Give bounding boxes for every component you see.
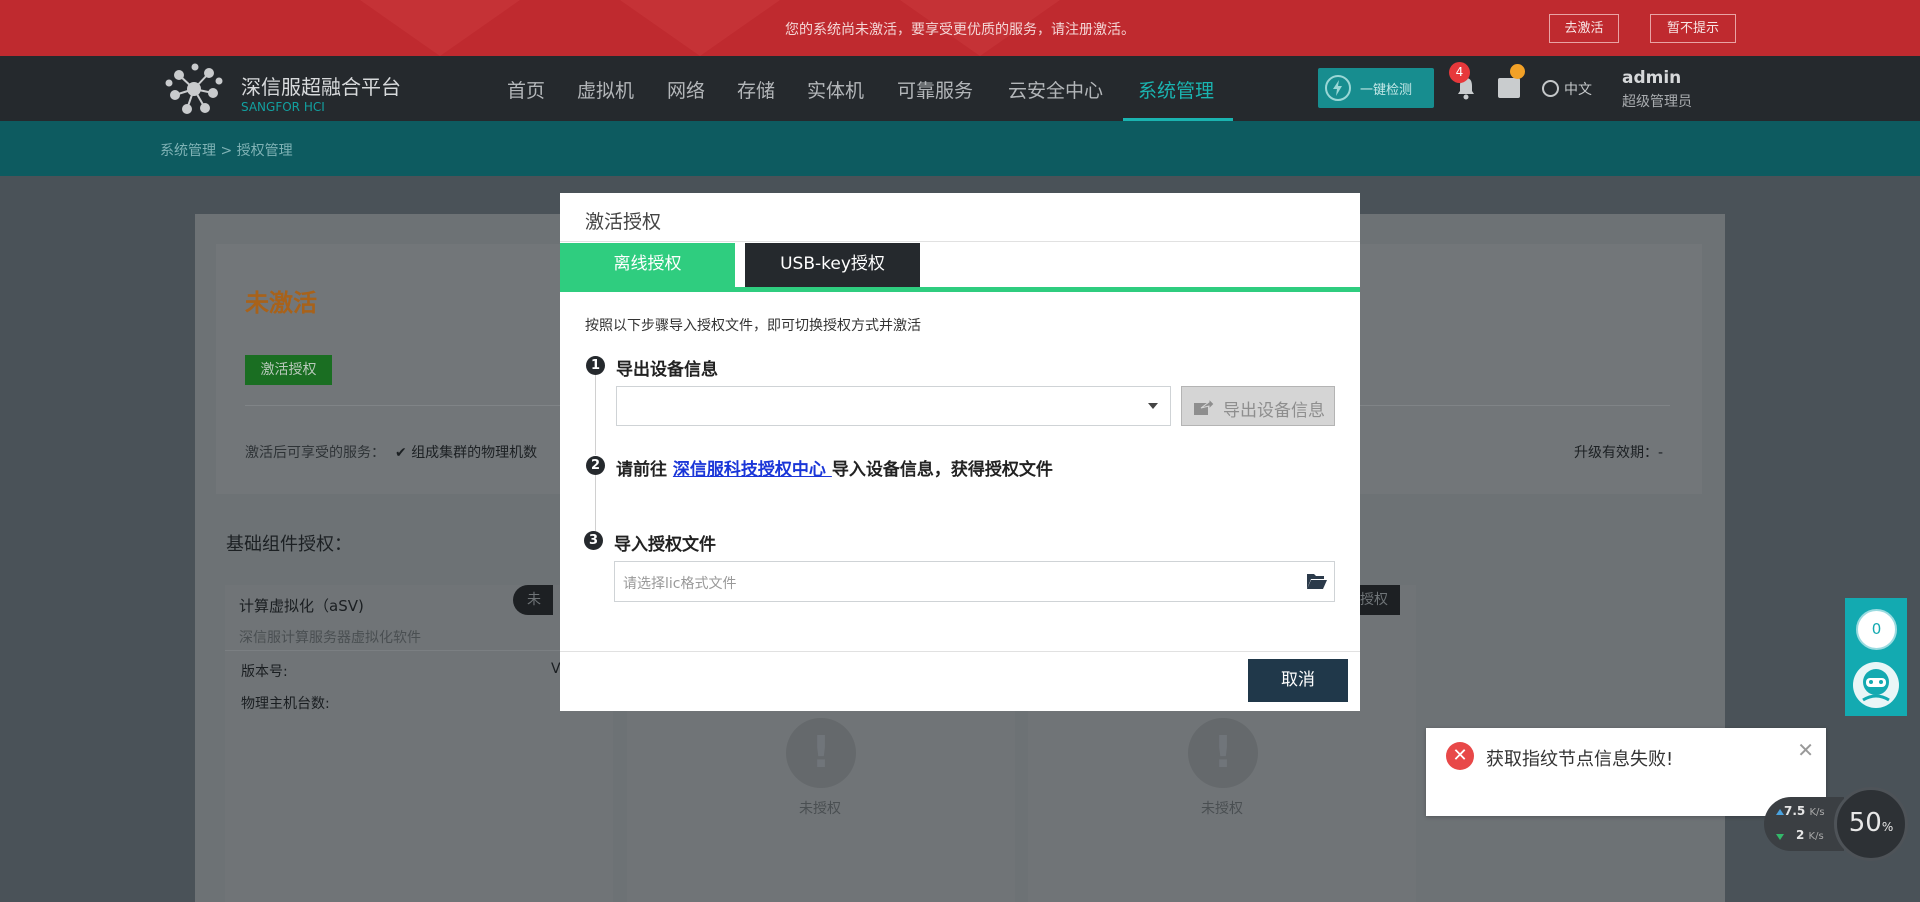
lightning-icon <box>1325 75 1351 101</box>
load-gauge[interactable]: 50% <box>1834 787 1908 861</box>
activate-license-button[interactable]: 激活授权 <box>245 355 332 385</box>
activation-status-title: 未激活 <box>245 289 317 317</box>
dialog-footer-divider <box>560 651 1360 652</box>
toast-message: 获取指纹节点信息失败! <box>1486 749 1674 770</box>
nav-physical[interactable]: 实体机 <box>807 76 864 103</box>
robot-assistant-icon[interactable] <box>1853 662 1899 708</box>
top-header: 深信服超融合平台 SANGFOR HCI 首页 虚拟机 网络 存储 实体机 可靠… <box>0 56 1920 121</box>
services-label: 激活后可享受的服务： <box>245 445 385 461</box>
one-click-check-label: 一键检测 <box>1360 83 1413 98</box>
upload-speed-value: 7.5 <box>1784 804 1806 818</box>
device-select[interactable] <box>616 386 1171 426</box>
language-selector[interactable]: 中文 <box>1564 79 1592 99</box>
dialog-title: 激活授权 <box>585 211 662 233</box>
assistant-float-widget[interactable]: 0 <box>1845 598 1907 716</box>
nav-cloud-security[interactable]: 云安全中心 <box>1008 76 1103 103</box>
gauge-percent: 50 <box>1848 808 1882 838</box>
step-1-title: 导出设备信息 <box>616 360 718 380</box>
upload-speed-unit: K/s <box>1809 807 1825 818</box>
warning-icon: ! <box>1188 718 1258 788</box>
activate-license-dialog: 激活授权 离线授权 USB-key授权 按照以下步骤导入授权文件，即可切换授权方… <box>560 193 1360 711</box>
step-3-title: 导入授权文件 <box>614 535 716 555</box>
breadcrumb-bar: 系统管理 > 授权管理 <box>0 121 1920 176</box>
tab-offline-license[interactable]: 离线授权 <box>560 243 735 287</box>
download-speed-value: 2 <box>1796 828 1805 842</box>
version-label: 版本号: <box>241 664 288 680</box>
go-activate-button[interactable]: 去激活 <box>1549 14 1619 43</box>
nav-vm[interactable]: 虚拟机 <box>577 76 634 103</box>
dialog-title-divider <box>560 241 1360 242</box>
breadcrumb: 系统管理 > 授权管理 <box>160 143 293 159</box>
export-button-label: 导出设备信息 <box>1223 401 1325 421</box>
export-device-info-button[interactable]: 导出设备信息 <box>1181 386 1335 426</box>
upload-arrow-icon <box>1776 809 1784 815</box>
hosts-label: 物理主机台数: <box>241 696 330 712</box>
download-speed-unit: K/s <box>1808 831 1824 842</box>
component-desc: 深信服计算服务器虚拟化软件 <box>239 630 421 646</box>
logo-subtitle: SANGFOR HCI <box>241 100 325 114</box>
sangfor-logo-icon <box>165 63 223 114</box>
nav-network[interactable]: 网络 <box>667 76 705 103</box>
step-3-number: 3 <box>584 531 603 550</box>
license-file-input[interactable]: 请选择lic格式文件 <box>614 561 1335 602</box>
basic-components-title: 基础组件授权： <box>226 534 352 555</box>
task-icon[interactable] <box>1498 78 1520 98</box>
step-connector <box>595 475 596 531</box>
folder-open-icon[interactable] <box>1306 571 1328 591</box>
component-name: 计算虚拟化（aSV) <box>239 597 364 615</box>
component-card-header: 计算虚拟化（aSV) 深信服计算服务器虚拟化软件 <box>225 585 613 651</box>
tab-usb-key-license[interactable]: USB-key授权 <box>745 243 920 287</box>
user-name[interactable]: admin <box>1622 68 1681 88</box>
nav-system-management[interactable]: 系统管理 <box>1138 76 1214 103</box>
upload-speed: 7.5 K/s <box>1784 804 1825 818</box>
notification-count-badge: 4 <box>1449 62 1470 83</box>
dialog-intro-text: 按照以下步骤导入授权文件，即可切换授权方式并激活 <box>585 318 921 334</box>
warning-icon: ! <box>786 718 856 788</box>
chevron-down-icon <box>1148 403 1158 409</box>
step-2-prefix: 请前往 <box>616 460 673 480</box>
globe-icon[interactable] <box>1542 80 1559 97</box>
step-2-number: 2 <box>586 456 605 475</box>
task-badge <box>1510 64 1525 79</box>
close-icon[interactable]: ✕ <box>1797 738 1814 762</box>
one-click-check-button[interactable]: 一键检测 <box>1318 68 1434 108</box>
component-card-asv: 计算虚拟化（aSV) 深信服计算服务器虚拟化软件 未 版本号: V 物理主机台数… <box>225 585 613 902</box>
step-1-number: 1 <box>586 356 605 375</box>
network-speed-widget: 7.5 K/s 2 K/s <box>1764 797 1844 851</box>
service-item-text: 组成集群的物理机数 <box>411 445 538 461</box>
nav-storage[interactable]: 存储 <box>737 76 775 103</box>
nav-home[interactable]: 首页 <box>507 76 545 103</box>
check-circle-icon: ✔ <box>395 445 412 461</box>
component-status-tag: 未 <box>513 585 553 615</box>
user-role: 超级管理员 <box>1622 94 1692 110</box>
license-file-placeholder: 请选择lic格式文件 <box>623 576 737 592</box>
gauge-value: 50% <box>1837 808 1905 838</box>
gauge-unit: % <box>1881 820 1894 834</box>
download-speed: 2 K/s <box>1796 828 1824 842</box>
notice-text: 您的系统尚未激活，要享受更优质的服务，请注册激活。 <box>785 22 1135 38</box>
tab-underline <box>560 287 1360 292</box>
step-connector <box>595 375 596 455</box>
dismiss-notice-button[interactable]: 暂不提示 <box>1650 14 1736 43</box>
cancel-button[interactable]: 取消 <box>1248 659 1348 702</box>
download-arrow-icon <box>1776 834 1784 840</box>
error-icon: ✕ <box>1446 742 1474 770</box>
activation-notice-bar: 您的系统尚未激活，要享受更优质的服务，请注册激活。 去激活 暂不提示 <box>0 0 1920 56</box>
license-center-link[interactable]: 深信服科技授权中心 <box>673 460 832 480</box>
message-count-badge[interactable]: 0 <box>1856 609 1897 650</box>
unauthorized-label: 未授权 <box>1201 801 1243 817</box>
logo-title: 深信服超融合平台 <box>241 75 401 99</box>
nav-reliable-service[interactable]: 可靠服务 <box>897 76 973 103</box>
step-2-title: 请前往 深信服科技授权中心 导入设备信息，获得授权文件 <box>616 455 1053 480</box>
service-item: ✔ 组成集群的物理机数 <box>395 442 537 462</box>
unauthorized-label: 未授权 <box>799 801 841 817</box>
error-toast: ✕ 获取指纹节点信息失败! ✕ <box>1426 728 1826 816</box>
export-icon <box>1194 398 1215 415</box>
upgrade-validity: 升级有效期：- <box>1574 445 1664 461</box>
step-2-suffix: 导入设备信息，获得授权文件 <box>831 460 1053 480</box>
